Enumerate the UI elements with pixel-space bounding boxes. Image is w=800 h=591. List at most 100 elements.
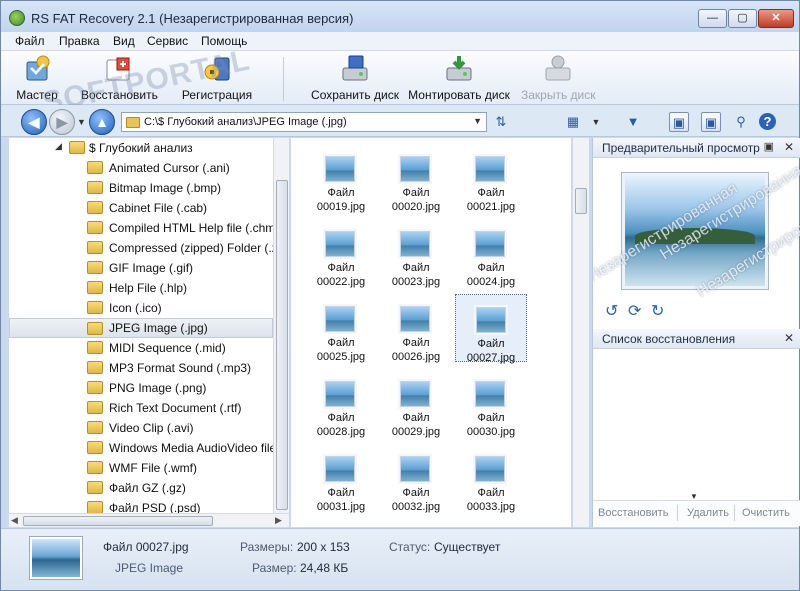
- file-item[interactable]: Файл 00020.jpg: [380, 144, 452, 213]
- mount-disk-label: Монтировать диск: [408, 88, 510, 102]
- rotate-both-icon[interactable]: ⟳: [628, 301, 641, 321]
- file-item[interactable]: Файл 00024.jpg: [455, 219, 527, 288]
- tree-item[interactable]: Compressed (zipped) Folder (.zip): [9, 238, 288, 258]
- file-item[interactable]: Файл 00022.jpg: [305, 219, 377, 288]
- file-item[interactable]: Файл 00025.jpg: [305, 294, 377, 363]
- tree-item[interactable]: Файл GZ (.gz): [9, 478, 273, 498]
- close-recovery-icon[interactable]: ✕: [784, 331, 794, 345]
- up-button[interactable]: ▲: [89, 109, 115, 135]
- tree-item[interactable]: Windows Media AudioVideo file (.wmv): [9, 438, 288, 458]
- folder-icon: [87, 481, 103, 494]
- tree-item-label: Файл GZ (.gz): [109, 481, 186, 495]
- close-button[interactable]: ✕: [758, 9, 794, 28]
- tree-item[interactable]: MP3 Format Sound (.mp3): [9, 358, 273, 378]
- wizard-button[interactable]: Мастер: [11, 54, 63, 102]
- tree-horizontal-scrollbar[interactable]: ◀ ▶: [9, 513, 289, 527]
- tree-item[interactable]: PNG Image (.png): [9, 378, 273, 398]
- close-preview-icon[interactable]: ✕: [784, 140, 794, 154]
- history-dropdown-icon[interactable]: ▼: [77, 117, 86, 127]
- rotate-right-icon[interactable]: ↻: [651, 301, 664, 321]
- file-label-line2: 00028.jpg: [316, 426, 366, 438]
- tree-item[interactable]: Rich Text Document (.rtf): [9, 398, 273, 418]
- refresh-icon[interactable]: ⇅: [491, 112, 511, 132]
- preview-island-shape: [635, 228, 755, 244]
- menu-bar: Файл Правка Вид Сервис Помощь: [1, 32, 799, 51]
- tree-item[interactable]: Cabinet File (.cab): [9, 198, 273, 218]
- menu-file[interactable]: Файл: [15, 34, 45, 48]
- file-item[interactable]: Файл 00026.jpg: [380, 294, 452, 363]
- tree-item-selected[interactable]: JPEG Image (.jpg): [9, 318, 273, 338]
- files-scroll-thumb[interactable]: [575, 188, 587, 214]
- tree-vertical-scrollbar[interactable]: [273, 138, 289, 513]
- tree-item[interactable]: Compiled HTML Help file (.chm): [9, 218, 279, 238]
- file-item[interactable]: Файл 00021.jpg: [455, 144, 527, 213]
- menu-view[interactable]: Вид: [113, 34, 135, 48]
- tree-item[interactable]: Файл PSD (.psd): [9, 498, 273, 513]
- forward-button[interactable]: ▶: [49, 109, 75, 135]
- search-icon[interactable]: ⚲: [731, 112, 751, 132]
- preview-toggle-icon[interactable]: ▣: [669, 112, 689, 132]
- help-icon[interactable]: ?: [759, 113, 776, 130]
- tree-item[interactable]: GIF Image (.gif): [9, 258, 273, 278]
- tree-root[interactable]: ◢ $ Глубокий анализ: [9, 138, 273, 158]
- image-file-icon: [400, 156, 430, 182]
- file-item[interactable]: Файл 00031.jpg: [305, 444, 377, 513]
- mount-disk-button[interactable]: Монтировать диск: [407, 54, 511, 102]
- recovery-restore-button[interactable]: Восстановить: [598, 507, 668, 519]
- tree-item[interactable]: Icon (.ico): [9, 298, 273, 318]
- divider: [677, 505, 678, 521]
- wizard-label: Мастер: [16, 88, 58, 102]
- file-item[interactable]: Файл 00029.jpg: [380, 369, 452, 438]
- register-button[interactable]: Регистрация: [181, 54, 253, 102]
- recovery-delete-button[interactable]: Удалить: [687, 507, 729, 519]
- maximize-button[interactable]: ▢: [728, 9, 757, 28]
- preview-header: Предварительный просмотр ▣ ✕: [593, 138, 800, 158]
- view-mode-icon[interactable]: ▦: [563, 112, 583, 132]
- tree-item[interactable]: Animated Cursor (.ani): [9, 158, 273, 178]
- view-mode-dropdown-icon[interactable]: ▼: [586, 112, 606, 132]
- status-size-label: Размер:: [252, 561, 297, 575]
- close-disk-button[interactable]: Закрыть диск: [521, 54, 596, 102]
- chevron-down-icon[interactable]: ▼: [473, 116, 482, 126]
- tree-item[interactable]: Video Clip (.avi): [9, 418, 273, 438]
- file-item[interactable]: Файл 00030.jpg: [455, 369, 527, 438]
- tree-item-label: Bitmap Image (.bmp): [109, 181, 222, 195]
- back-button[interactable]: ◀: [21, 109, 47, 135]
- menu-help[interactable]: Помощь: [201, 34, 247, 48]
- recovery-list-header: Список восстановления ✕: [593, 329, 800, 349]
- file-item[interactable]: Файл 00028.jpg: [305, 369, 377, 438]
- file-label-line2: 00026.jpg: [391, 351, 441, 363]
- save-disk-button[interactable]: Сохранить диск: [309, 54, 401, 102]
- scroll-left-icon[interactable]: ◀: [11, 515, 18, 526]
- save-icon[interactable]: ▣: [701, 112, 721, 132]
- scroll-right-icon[interactable]: ▶: [275, 515, 282, 526]
- tree-scroll-thumb[interactable]: [276, 180, 288, 510]
- minimize-button[interactable]: —: [698, 9, 727, 28]
- expand-arrow-icon[interactable]: ◢: [55, 141, 62, 152]
- tree-item[interactable]: MIDI Sequence (.mid): [9, 338, 273, 358]
- toolbar-separator: [283, 57, 284, 101]
- file-item[interactable]: Файл 00019.jpg: [305, 144, 377, 213]
- filter-icon[interactable]: ▼: [623, 112, 643, 132]
- path-combobox[interactable]: C:\$ Глубокий анализ\JPEG Image (.jpg) ▼: [121, 112, 487, 132]
- restore-button[interactable]: Восстановить: [81, 54, 158, 102]
- tree-item-label: Cabinet File (.cab): [109, 201, 208, 215]
- recovery-clear-button[interactable]: Очистить: [742, 507, 790, 519]
- close-disk-icon: [545, 55, 571, 81]
- folder-icon: [87, 301, 103, 314]
- folder-icon: [87, 381, 103, 394]
- pin-icon[interactable]: ▣: [764, 140, 774, 153]
- image-file-icon: [475, 156, 505, 182]
- rotate-left-icon[interactable]: ↺: [605, 301, 618, 321]
- file-item-selected[interactable]: Файл 00027.jpg: [455, 294, 527, 364]
- menu-service[interactable]: Сервис: [147, 34, 188, 48]
- file-item[interactable]: Файл 00032.jpg: [380, 444, 452, 513]
- file-item[interactable]: Файл 00033.jpg: [455, 444, 527, 513]
- tree-item[interactable]: Help File (.hlp): [9, 278, 273, 298]
- menu-edit[interactable]: Правка: [59, 34, 100, 48]
- tree-item[interactable]: WMF File (.wmf): [9, 458, 273, 478]
- tree-item[interactable]: Bitmap Image (.bmp): [9, 178, 273, 198]
- files-vertical-scrollbar[interactable]: [572, 138, 589, 527]
- tree-hscroll-thumb[interactable]: [23, 516, 213, 526]
- file-item[interactable]: Файл 00023.jpg: [380, 219, 452, 288]
